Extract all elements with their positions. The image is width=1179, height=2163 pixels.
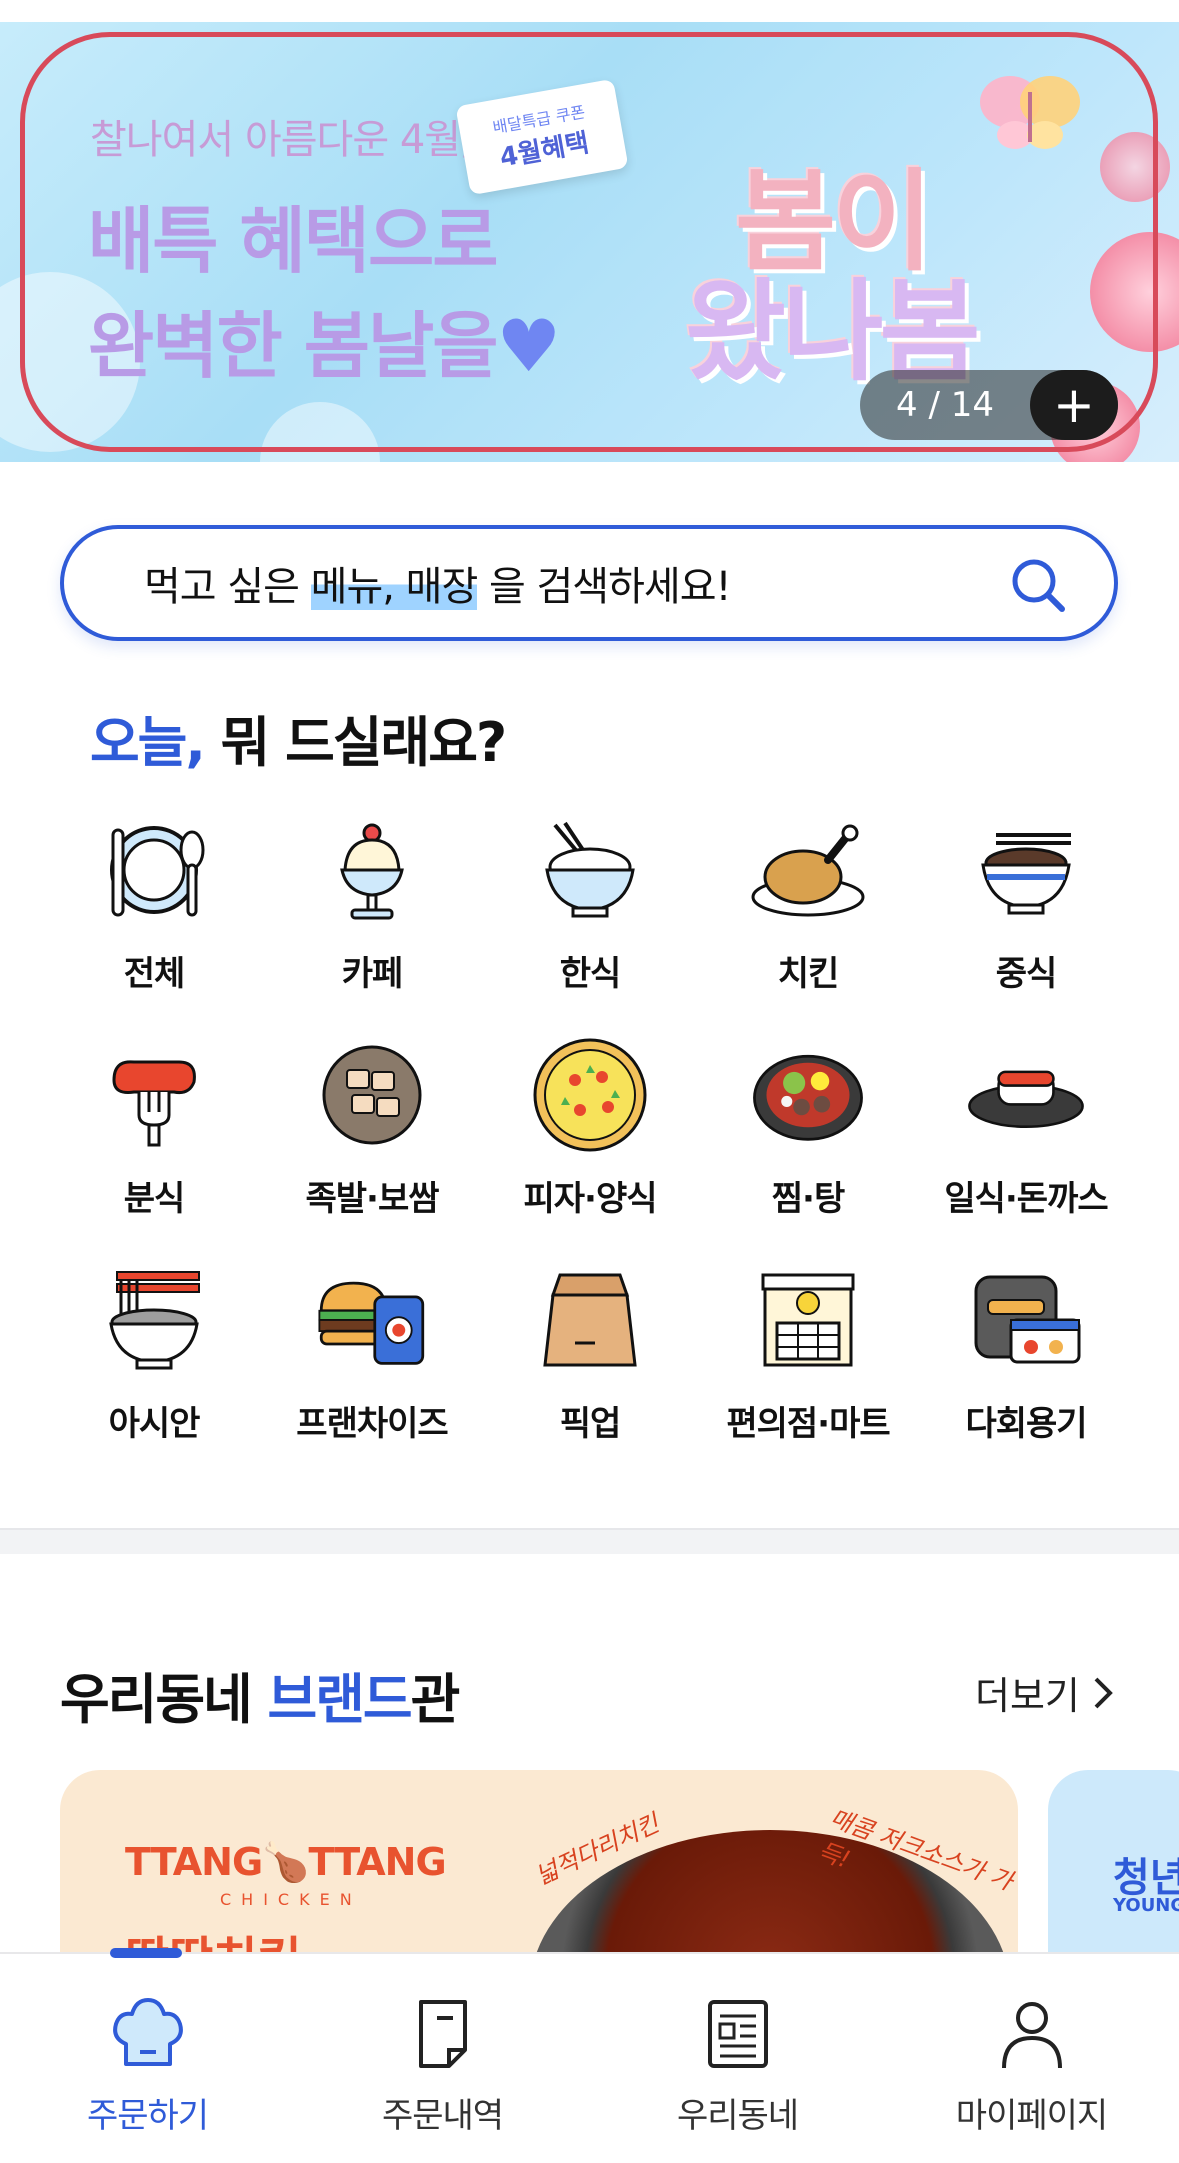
category-label: 한식 [559, 954, 622, 994]
brand-title-end: 관 [410, 1668, 461, 1731]
roast-chicken-icon [748, 810, 868, 930]
category-chicken[interactable]: 치킨 [699, 810, 917, 995]
bottom-navigation: 주문하기 주문내역 우리동네 마이페이지 [0, 1948, 1179, 2163]
category-pickup[interactable]: 픽업 [481, 1260, 699, 1445]
category-label: 일식·돈까스 [944, 1179, 1108, 1219]
person-icon [1001, 2002, 1062, 2069]
pork-plate-icon [312, 1035, 432, 1155]
category-grid: 전체 카페 한식 치킨 중식 분식 족발·보쌈 피자·양식 찜·탕 일식·돈까스… [45, 810, 1135, 1445]
search-placeholder-suffix: 을 검색하세요! [477, 564, 732, 610]
plate-utensils-icon [94, 810, 214, 930]
category-reusable[interactable]: 다회용기 [917, 1260, 1135, 1445]
banner-more-button[interactable]: + [1030, 370, 1118, 440]
search-placeholder-highlight: 메뉴, 매장 [310, 564, 478, 610]
sausage-fork-icon [94, 1035, 214, 1155]
sushi-icon [966, 1035, 1086, 1155]
category-label: 족발·보쌈 [305, 1179, 439, 1219]
category-asian[interactable]: 아시안 [45, 1260, 263, 1445]
today-rest: 뭐 드실래요? [203, 711, 508, 774]
category-label: 치킨 [777, 954, 840, 994]
brand-more-link[interactable]: 더보기 [975, 1665, 1114, 1720]
category-label: 다회용기 [965, 1404, 1087, 1444]
paper-bag-icon [530, 1260, 650, 1380]
category-pizza[interactable]: 피자·양식 [481, 1035, 699, 1220]
nav-label: 마이페이지 [955, 2096, 1108, 2136]
receipt-icon [418, 2000, 467, 2068]
category-stew[interactable]: 찜·탕 [699, 1035, 917, 1220]
category-snack[interactable]: 분식 [45, 1035, 263, 1220]
chef-hat-icon [112, 1998, 183, 2066]
category-pork[interactable]: 족발·보쌈 [263, 1035, 481, 1220]
search-bar[interactable]: 먹고 싶은 메뉴, 매장 을 검색하세요! [60, 525, 1118, 641]
today-accent: 오늘, [90, 711, 206, 774]
nav-neighborhood[interactable]: 우리동네 [590, 1994, 885, 2137]
brand-logo-text: TTANG🍗TTANG [125, 1840, 447, 1884]
category-label: 픽업 [559, 1404, 622, 1444]
nav-mypage[interactable]: 마이페이지 [884, 1994, 1179, 2137]
asian-noodle-icon [94, 1260, 214, 1380]
category-label: 찜·탕 [771, 1179, 845, 1219]
category-convenience[interactable]: 편의점·마트 [699, 1260, 917, 1445]
today-section-title: 오늘, 뭐 드실래요? [90, 698, 508, 777]
nav-order-history[interactable]: 주문내역 [295, 1994, 590, 2137]
search-placeholder: 먹고 싶은 메뉴, 매장 을 검색하세요! [144, 554, 732, 612]
chevron-right-icon [1094, 1677, 1113, 1708]
brand-title-start: 우리동네 [60, 1668, 268, 1731]
banner-page-count: 4 / 14 [896, 385, 994, 425]
noodle-bowl-icon [966, 810, 1086, 930]
nav-label: 우리동네 [676, 2096, 799, 2136]
category-label: 아시안 [108, 1404, 201, 1444]
category-all[interactable]: 전체 [45, 810, 263, 995]
category-label: 카페 [341, 954, 404, 994]
rice-bowl-icon [530, 810, 650, 930]
convenience-store-icon [748, 1260, 868, 1380]
nav-label: 주문하기 [86, 2096, 209, 2136]
hot-pot-icon [748, 1035, 868, 1155]
nav-label: 주문내역 [381, 2096, 504, 2136]
category-korean[interactable]: 한식 [481, 810, 699, 995]
brand-title-accent: 브랜드 [267, 1668, 413, 1731]
promo-banner[interactable]: 찰나여서 아름다운 4월, 배달특급 쿠폰 4월혜택 배특 혜택으로 완벽한 봄… [0, 22, 1179, 462]
brand-card2-sub: YOUNG [1113, 1895, 1179, 1916]
category-cafe[interactable]: 카페 [263, 810, 481, 995]
parfait-icon [312, 810, 432, 930]
active-tab-indicator [110, 1948, 182, 1958]
category-label: 피자·양식 [523, 1179, 657, 1219]
category-franchise[interactable]: 프랜차이즈 [263, 1260, 481, 1445]
category-label: 중식 [995, 954, 1058, 994]
search-placeholder-prefix: 먹고 싶은 [144, 564, 311, 610]
category-label: 분식 [123, 1179, 186, 1219]
brand-logo-sub: CHICKEN [220, 1890, 362, 1909]
more-label: 더보기 [975, 1674, 1080, 1718]
pizza-icon [530, 1035, 650, 1155]
reusable-container-icon [966, 1260, 1086, 1380]
category-japanese[interactable]: 일식·돈까스 [917, 1035, 1135, 1220]
newspaper-icon [707, 2000, 768, 2068]
category-chinese[interactable]: 중식 [917, 810, 1135, 995]
category-label: 편의점·마트 [726, 1404, 890, 1444]
category-label: 프랜차이즈 [296, 1404, 448, 1444]
search-icon[interactable] [1010, 557, 1066, 613]
brand-section-title: 우리동네 브랜드관 [60, 1655, 461, 1734]
category-label: 전체 [123, 954, 186, 994]
burger-can-icon [312, 1260, 432, 1380]
banner-counter: 4 / 14 + [860, 370, 1118, 440]
section-divider [0, 1528, 1179, 1554]
nav-order[interactable]: 주문하기 [0, 1994, 295, 2137]
